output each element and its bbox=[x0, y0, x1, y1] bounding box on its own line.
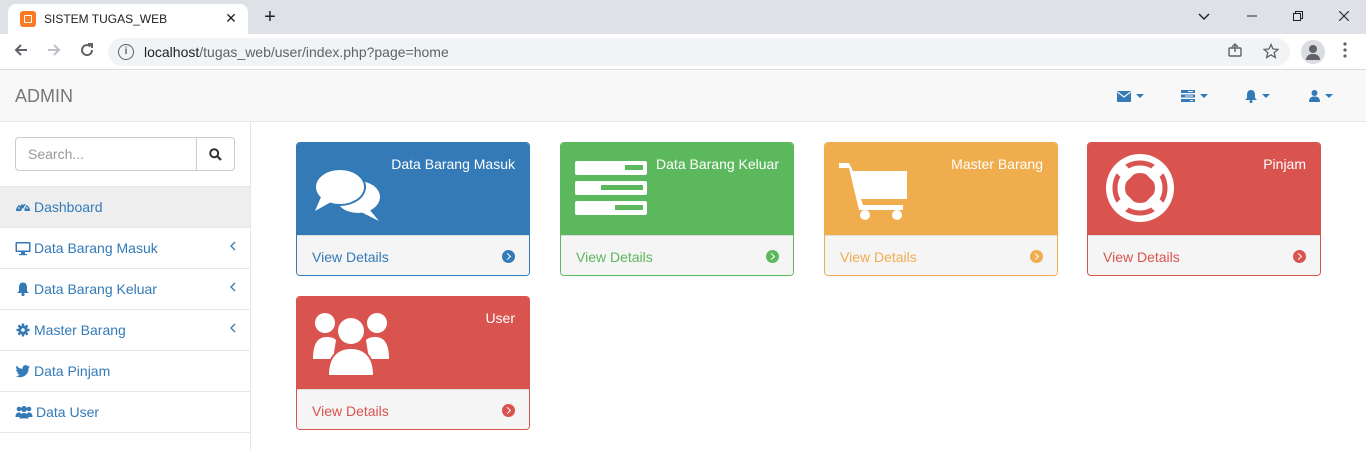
panel-footer[interactable]: View Details bbox=[297, 389, 529, 429]
bell-icon bbox=[1245, 89, 1257, 103]
sidebar-item-label: Dashboard bbox=[34, 199, 103, 215]
chevron-left-icon bbox=[230, 281, 236, 295]
reload-icon[interactable] bbox=[74, 39, 100, 65]
xampp-favicon-icon bbox=[20, 11, 36, 27]
view-details-link[interactable]: View Details bbox=[840, 249, 917, 265]
panel-footer[interactable]: View Details bbox=[825, 235, 1057, 275]
sidebar-item-data-barang-masuk[interactable]: Data Barang Masuk bbox=[0, 228, 250, 269]
arrow-circle-right-icon[interactable] bbox=[502, 250, 515, 263]
envelope-icon bbox=[1117, 90, 1131, 102]
panel-heading: Pinjam bbox=[1088, 143, 1320, 235]
sidebar-item-label: Data Pinjam bbox=[34, 363, 111, 379]
user-icon bbox=[1309, 90, 1320, 102]
sidebar-item-dashboard[interactable]: Dashboard bbox=[0, 187, 250, 228]
url-path: /tugas_web/user/index.php?page=home bbox=[199, 44, 449, 60]
tab-title: SISTEM TUGAS_WEB bbox=[44, 12, 168, 26]
caret-down-icon bbox=[1325, 94, 1333, 98]
comments-icon bbox=[314, 168, 380, 221]
panel-heading: Data Barang Keluar bbox=[561, 143, 793, 235]
panel-master-barang: Master Barang View Details bbox=[824, 142, 1058, 276]
sidebar-item-master-barang[interactable]: Master Barang bbox=[0, 310, 250, 351]
arrow-circle-right-icon[interactable] bbox=[1293, 250, 1306, 263]
url-host: localhost bbox=[144, 44, 200, 60]
users-icon bbox=[313, 313, 389, 377]
minimize-icon[interactable] bbox=[1238, 4, 1266, 28]
chevron-left-icon bbox=[230, 240, 236, 254]
chevron-left-icon bbox=[230, 322, 236, 336]
arrow-circle-right-icon[interactable] bbox=[502, 404, 515, 417]
tasks-dropdown[interactable] bbox=[1181, 86, 1208, 106]
arrow-circle-right-icon[interactable] bbox=[766, 250, 779, 263]
panel-heading: Master Barang bbox=[825, 143, 1057, 235]
sidebar-item-data-barang-keluar[interactable]: Data Barang Keluar bbox=[0, 269, 250, 310]
view-details-link[interactable]: View Details bbox=[312, 249, 389, 265]
twitter-icon bbox=[15, 365, 30, 378]
panel-user: User View Details bbox=[296, 296, 530, 430]
panel-pinjam: Pinjam View Details bbox=[1087, 142, 1321, 276]
search-icon bbox=[209, 148, 222, 161]
view-details-link[interactable]: View Details bbox=[312, 403, 389, 419]
life-ring-icon bbox=[1106, 154, 1174, 222]
bell-icon bbox=[17, 282, 29, 297]
forward-arrow-icon[interactable] bbox=[41, 39, 67, 65]
panel-title: Data Barang Keluar bbox=[656, 156, 779, 172]
desktop-icon bbox=[15, 242, 31, 256]
tab-close-icon[interactable]: ✕ bbox=[222, 9, 240, 27]
view-details-link[interactable]: View Details bbox=[576, 249, 653, 265]
sidebar-item-data-pinjam[interactable]: Data Pinjam bbox=[0, 351, 250, 392]
tasks-icon bbox=[1181, 90, 1195, 102]
tasks-icon bbox=[575, 161, 647, 215]
panel-footer[interactable]: View Details bbox=[297, 235, 529, 275]
caret-down-icon bbox=[1136, 94, 1144, 98]
browser-toolbar: i localhost/tugas_web/user/index.php?pag… bbox=[0, 34, 1366, 70]
panel-footer[interactable]: View Details bbox=[1088, 235, 1320, 275]
sidebar-item-label: Data Barang Masuk bbox=[34, 240, 158, 256]
shopping-cart-icon bbox=[839, 163, 907, 220]
panel-title: Pinjam bbox=[1263, 156, 1306, 172]
search-button[interactable] bbox=[197, 137, 235, 171]
url-text[interactable]: localhost/tugas_web/user/index.php?page=… bbox=[144, 44, 449, 60]
tab-search-icon[interactable] bbox=[1190, 4, 1218, 28]
close-window-icon[interactable] bbox=[1330, 4, 1358, 28]
panel-heading: User bbox=[297, 297, 529, 389]
panel-title: User bbox=[485, 310, 515, 326]
sidebar-item-label: Master Barang bbox=[34, 322, 126, 338]
sidebar-search bbox=[15, 137, 235, 171]
panel-heading: Data Barang Masuk bbox=[297, 143, 529, 235]
sidebar-item-label: Data User bbox=[36, 404, 100, 420]
address-bar[interactable]: i localhost/tugas_web/user/index.php?pag… bbox=[108, 38, 1290, 66]
panel-title: Data Barang Masuk bbox=[391, 156, 515, 172]
browser-menu-icon[interactable] bbox=[1336, 39, 1354, 65]
panel-footer[interactable]: View Details bbox=[561, 235, 793, 275]
top-navbar: ADMIN bbox=[0, 70, 1366, 122]
user-dropdown[interactable] bbox=[1309, 86, 1333, 106]
arrow-circle-right-icon[interactable] bbox=[1030, 250, 1043, 263]
site-info-icon[interactable]: i bbox=[118, 44, 134, 60]
view-details-link[interactable]: View Details bbox=[1103, 249, 1180, 265]
users-icon bbox=[15, 406, 33, 419]
brand-title[interactable]: ADMIN bbox=[15, 86, 73, 107]
caret-down-icon bbox=[1200, 94, 1208, 98]
panel-title: Master Barang bbox=[951, 156, 1043, 172]
sidebar-item-label: Data Barang Keluar bbox=[34, 281, 157, 297]
bookmark-star-icon[interactable] bbox=[1262, 42, 1280, 61]
gear-icon bbox=[16, 323, 30, 337]
back-arrow-icon[interactable] bbox=[8, 39, 34, 65]
profile-avatar-icon[interactable] bbox=[1301, 40, 1325, 64]
sidebar-menu: Dashboard Data Barang Masuk Data Barang … bbox=[0, 186, 250, 433]
alerts-dropdown[interactable] bbox=[1245, 86, 1270, 106]
messages-dropdown[interactable] bbox=[1117, 86, 1144, 106]
sidebar-item-data-user[interactable]: Data User bbox=[0, 392, 250, 433]
sidebar: Dashboard Data Barang Masuk Data Barang … bbox=[0, 122, 251, 450]
share-icon[interactable] bbox=[1226, 43, 1244, 61]
restore-icon[interactable] bbox=[1284, 4, 1312, 28]
new-tab-button[interactable]: + bbox=[258, 5, 282, 29]
panel-data-barang-keluar: Data Barang Keluar View Details bbox=[560, 142, 794, 276]
browser-tab[interactable]: SISTEM TUGAS_WEB ✕ bbox=[8, 4, 248, 34]
dashboard-icon bbox=[16, 203, 30, 212]
browser-tab-strip: SISTEM TUGAS_WEB ✕ + bbox=[0, 0, 1366, 34]
caret-down-icon bbox=[1262, 94, 1270, 98]
search-input[interactable] bbox=[15, 137, 197, 171]
panel-data-barang-masuk: Data Barang Masuk View Details bbox=[296, 142, 530, 276]
